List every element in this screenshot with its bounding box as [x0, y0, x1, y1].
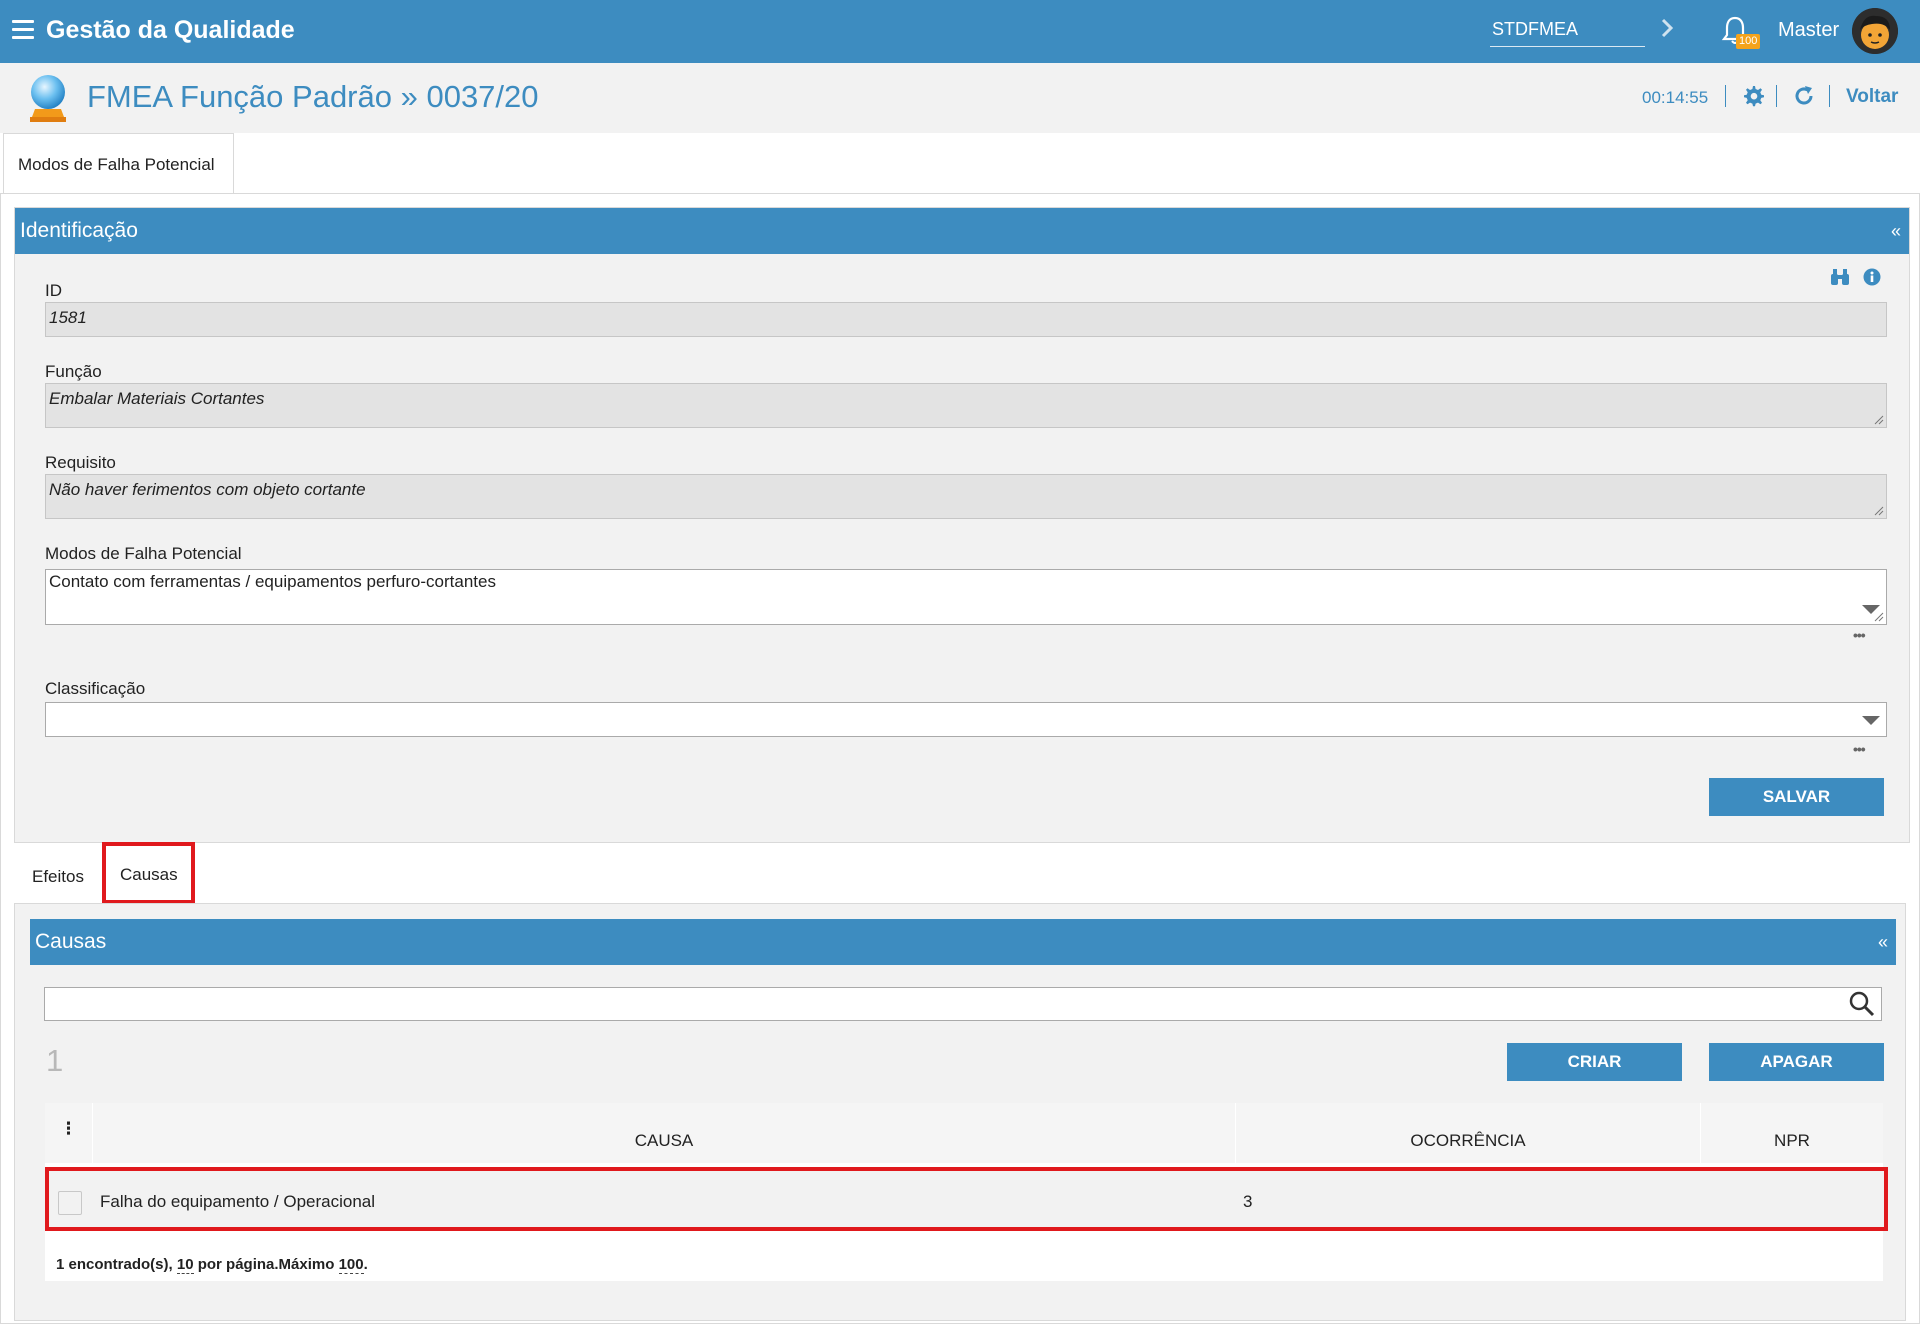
table-header: ⋮ CAUSA OCORRÊNCIA NPR — [45, 1103, 1883, 1163]
per-page-text: por página.Máximo — [197, 1256, 335, 1273]
info-icon[interactable] — [1863, 268, 1881, 286]
back-link[interactable]: Voltar — [1846, 86, 1898, 108]
session-timer: 00:14:55 — [1642, 88, 1709, 107]
more-options-icon[interactable]: ••• — [1853, 741, 1866, 757]
main-tab-bar: Modos de Falha Potencial — [0, 133, 1920, 194]
header-divider — [1829, 85, 1830, 107]
more-options-icon[interactable]: ••• — [1853, 627, 1866, 643]
cell-causa: Falha do equipamento / Operacional — [100, 1192, 376, 1211]
tab-causas[interactable]: Causas — [120, 865, 178, 885]
page-header: FMEA Função Padrão » 0037/20 00:14:55 Vo… — [0, 63, 1920, 133]
user-name[interactable]: Master — [1778, 19, 1839, 42]
panel-title: Identificação — [20, 219, 138, 242]
classificacao-label: Classificação — [45, 679, 146, 698]
module-code-input[interactable] — [1490, 13, 1645, 47]
footer-end: . — [363, 1256, 368, 1273]
user-avatar[interactable] — [1852, 8, 1898, 54]
column-header-npr[interactable]: NPR — [1701, 1103, 1883, 1163]
id-field: 1581 — [45, 302, 1887, 337]
funcao-value: Embalar Materiais Cortantes — [49, 389, 265, 408]
delete-button[interactable]: APAGAR — [1709, 1043, 1884, 1081]
column-header-causa[interactable]: CAUSA — [93, 1103, 1236, 1163]
header-divider — [1725, 85, 1726, 107]
binoculars-icon[interactable] — [1830, 268, 1850, 286]
top-bar: Gestão da Qualidade 100 Master — [0, 0, 1920, 63]
requisito-field: Não haver ferimentos com objeto cortante — [45, 474, 1887, 519]
modos-textarea[interactable]: Contato com ferramentas / equipamentos p… — [45, 569, 1887, 625]
collapse-icon[interactable]: « — [1891, 221, 1901, 242]
gear-icon[interactable] — [1741, 84, 1765, 108]
notification-badge: 100 — [1736, 34, 1761, 49]
modos-label: Modos de Falha Potencial — [45, 544, 242, 563]
save-button[interactable]: SALVAR — [1709, 778, 1884, 816]
cell-ocorrencia: 3 — [1243, 1192, 1253, 1211]
modos-value: Contato com ferramentas / equipamentos p… — [49, 572, 496, 591]
resize-grip-icon[interactable] — [1874, 612, 1884, 622]
tab-efeitos[interactable]: Efeitos — [32, 867, 84, 887]
resize-grip-icon[interactable] — [1874, 415, 1884, 425]
max-selector[interactable]: 100 — [338, 1256, 364, 1274]
tab-modos-de-falha[interactable]: Modos de Falha Potencial — [3, 133, 234, 194]
search-input[interactable] — [44, 987, 1882, 1021]
requisito-label: Requisito — [45, 453, 116, 472]
chevron-right-icon[interactable] — [1660, 14, 1680, 42]
classificacao-select[interactable] — [45, 702, 1887, 737]
resize-grip-icon[interactable] — [1874, 506, 1884, 516]
id-label: ID — [45, 281, 62, 300]
page-number: 1 — [46, 1043, 64, 1078]
per-page-selector[interactable]: 10 — [176, 1256, 194, 1274]
app-title: Gestão da Qualidade — [46, 16, 295, 44]
search-icon[interactable] — [1848, 990, 1876, 1018]
funcao-field: Embalar Materiais Cortantes — [45, 383, 1887, 428]
found-count: 1 encontrado(s), — [56, 1256, 173, 1273]
pagination-footer: 1 encontrado(s), 10 por página.Máximo 10… — [56, 1256, 368, 1274]
row-checkbox[interactable] — [58, 1191, 82, 1215]
create-button[interactable]: CRIAR — [1507, 1043, 1682, 1081]
hamburger-menu-icon[interactable] — [12, 20, 34, 40]
dropdown-arrow-icon[interactable] — [1862, 716, 1880, 725]
refresh-icon[interactable] — [1792, 84, 1816, 108]
identificacao-header: Identificação « — [15, 208, 1909, 254]
causas-header: Causas « — [30, 919, 1896, 965]
page-title: FMEA Função Padrão » 0037/20 — [87, 79, 539, 114]
crystal-ball-icon — [26, 73, 70, 123]
panel-title: Causas — [35, 930, 107, 953]
funcao-label: Função — [45, 362, 102, 381]
column-header-ocorrencia[interactable]: OCORRÊNCIA — [1236, 1103, 1701, 1163]
collapse-icon[interactable]: « — [1878, 932, 1888, 953]
column-menu-icon[interactable]: ⋮ — [45, 1103, 93, 1163]
requisito-value: Não haver ferimentos com objeto cortante — [49, 480, 366, 499]
header-divider — [1776, 85, 1777, 107]
